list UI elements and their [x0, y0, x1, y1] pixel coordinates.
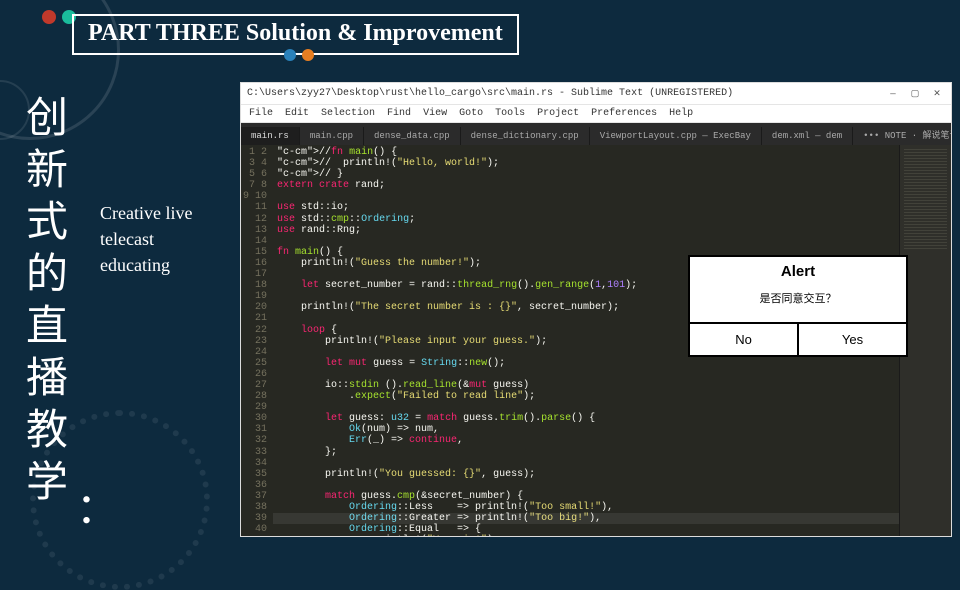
tab-dem-xml[interactable]: dem.xml — dem — [762, 127, 853, 145]
alert-message: 是否同意交互？ — [690, 282, 906, 322]
tab-viewport[interactable]: ViewportLayout.cpp — ExecBay — [590, 127, 762, 145]
maximize-button[interactable]: ▢ — [907, 88, 923, 100]
cn-tail-colon: ： — [76, 475, 118, 536]
minimize-button[interactable]: — — [885, 88, 901, 100]
menu-project[interactable]: Project — [537, 108, 579, 119]
cn-char: 教 — [26, 404, 68, 456]
line-gutter: 1 2 3 4 5 6 7 8 9 10 11 12 13 14 15 16 1… — [241, 145, 273, 536]
tab-dense-data[interactable]: dense_data.cpp — [364, 127, 461, 145]
menu-selection[interactable]: Selection — [321, 108, 375, 119]
cn-char: 播 — [26, 352, 68, 404]
menu-tools[interactable]: Tools — [495, 108, 525, 119]
menu-help[interactable]: Help — [669, 108, 693, 119]
en-caption: Creative live telecast educating — [100, 200, 210, 278]
menu-preferences[interactable]: Preferences — [591, 108, 657, 119]
editor-menubar: File Edit Selection Find View Goto Tools… — [241, 105, 951, 123]
tab-dense-dictionary[interactable]: dense_dictionary.cpp — [461, 127, 590, 145]
alert-yes-button[interactable]: Yes — [799, 324, 906, 355]
alert-dialog: Alert 是否同意交互？ No Yes — [688, 255, 908, 357]
dot-blue — [284, 49, 296, 61]
menu-view[interactable]: View — [423, 108, 447, 119]
cn-char: 创 — [26, 92, 68, 144]
menu-file[interactable]: File — [249, 108, 273, 119]
tab-main-rs[interactable]: main.rs — [241, 127, 300, 145]
editor-tabs: main.rs main.cpp dense_data.cpp dense_di… — [241, 123, 951, 145]
tab-note[interactable]: ••• NOTE · 解说笔记本.md — [853, 124, 951, 145]
alert-no-button[interactable]: No — [690, 324, 799, 355]
window-controls: — ▢ ✕ — [885, 88, 945, 100]
title-underline-dots — [284, 49, 314, 61]
slide-title-box: PART THREE Solution & Improvement — [72, 14, 519, 55]
menu-find[interactable]: Find — [387, 108, 411, 119]
dot-red — [42, 10, 56, 24]
alert-buttons: No Yes — [690, 322, 906, 355]
cn-char: 新 — [26, 144, 68, 196]
menu-edit[interactable]: Edit — [285, 108, 309, 119]
cn-char: 学 — [26, 456, 68, 508]
tab-main-cpp[interactable]: main.cpp — [300, 127, 364, 145]
slide-title: PART THREE Solution & Improvement — [88, 20, 503, 46]
cn-char: 式 — [26, 196, 68, 248]
cn-char: 直 — [26, 300, 68, 352]
menu-goto[interactable]: Goto — [459, 108, 483, 119]
dot-orange — [302, 49, 314, 61]
window-title: C:\Users\zyy27\Desktop\rust\hello_cargo\… — [247, 88, 733, 99]
editor-titlebar[interactable]: C:\Users\zyy27\Desktop\rust\hello_cargo\… — [241, 83, 951, 105]
close-button[interactable]: ✕ — [929, 88, 945, 100]
cn-char: 的 — [26, 248, 68, 300]
minimap-content — [904, 149, 947, 249]
alert-title: Alert — [690, 257, 906, 282]
header-dots — [42, 10, 76, 24]
cn-vertical-heading: 创 新 式 的 直 播 教 学 — [26, 92, 68, 508]
